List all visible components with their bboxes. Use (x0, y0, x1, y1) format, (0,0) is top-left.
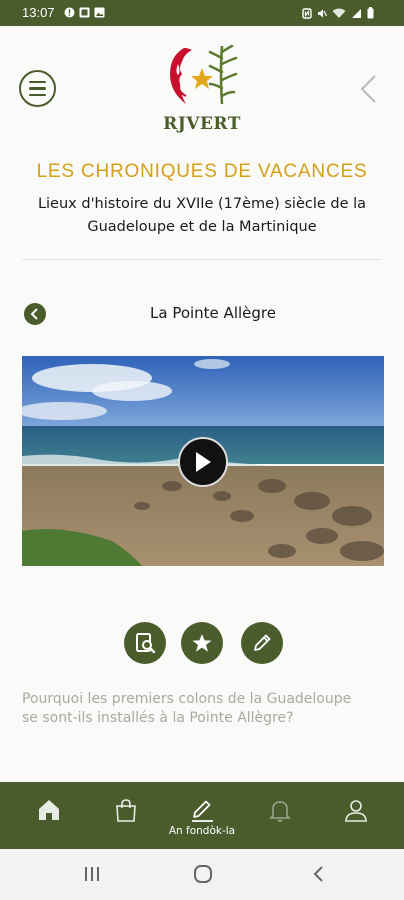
nav-home[interactable] (19, 782, 79, 849)
user-icon (345, 800, 367, 822)
video-player[interactable] (22, 356, 384, 566)
system-nav-bar (0, 849, 404, 900)
home-icon (39, 800, 59, 820)
play-button[interactable] (178, 437, 228, 487)
menu-icon-line (29, 80, 46, 84)
play-icon (196, 452, 211, 472)
menu-button[interactable] (19, 70, 56, 107)
nfc-icon (302, 7, 312, 19)
alert-icon (64, 7, 75, 18)
nav-fondok-label: An fondòk-la (168, 825, 236, 837)
home-circle-icon[interactable] (193, 865, 213, 883)
place-back-button[interactable] (24, 303, 46, 325)
menu-icon-line (29, 93, 46, 97)
favorite-button[interactable] (181, 622, 223, 664)
star-icon (192, 634, 212, 652)
divider (22, 259, 382, 260)
shopping-bag-icon (116, 799, 136, 822)
status-bar: 13:07 (0, 0, 404, 26)
edit-button[interactable] (241, 622, 283, 664)
section-subtitle: Lieux d'histoire du XVIIe (17ème) siècle… (37, 196, 367, 235)
app-header: RJVERT (0, 26, 404, 146)
action-buttons (124, 622, 284, 666)
bell-icon (269, 801, 291, 822)
nav-notifications[interactable] (250, 782, 310, 849)
logo-emblem (170, 44, 238, 105)
recents-icon[interactable] (82, 865, 102, 883)
photo-icon (79, 7, 90, 18)
image-icon (94, 7, 105, 18)
rjvert-logo: RJVERT (156, 42, 248, 134)
menu-icon-line (29, 87, 46, 90)
pencil-icon (192, 800, 213, 822)
nav-shop[interactable] (96, 782, 156, 849)
status-system-icons (302, 7, 374, 19)
mute-icon (318, 9, 327, 17)
nav-profile[interactable] (326, 782, 386, 849)
question-text: Pourquoi les premiers colons de la Guade… (22, 691, 352, 726)
section-title: LES CHRONIQUES DE VACANCES (36, 161, 368, 182)
status-time: 13:07 (22, 5, 55, 20)
wifi-icon (332, 8, 346, 18)
status-notifications (64, 7, 105, 18)
signal-icon (352, 8, 361, 18)
nav-fondok[interactable]: An fondòk-la (169, 782, 235, 849)
battery-icon (367, 7, 374, 19)
pencil-icon (254, 634, 271, 651)
back-icon[interactable] (309, 865, 329, 883)
document-search-icon (136, 633, 156, 654)
logo-text: RJVERT (163, 114, 241, 134)
chevron-left-icon[interactable] (356, 74, 380, 104)
place-title: La Pointe Allègre (150, 304, 276, 322)
bottom-nav: An fondòk-la (0, 782, 404, 849)
document-search-button[interactable] (124, 622, 166, 664)
chevron-left-icon (30, 308, 38, 320)
